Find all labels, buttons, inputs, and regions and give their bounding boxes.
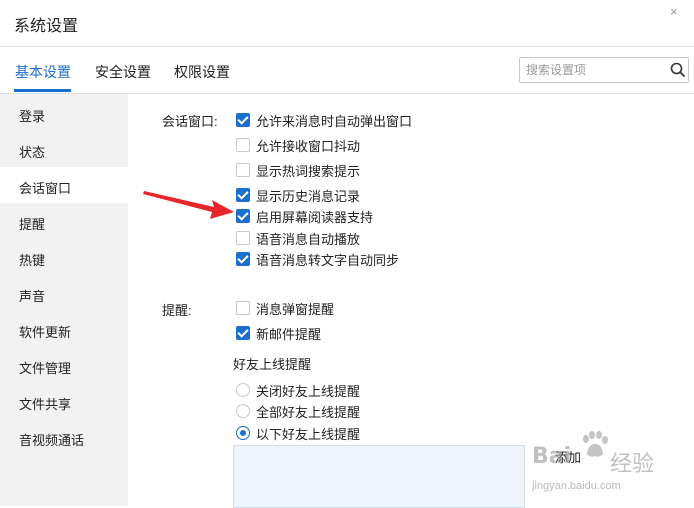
sidebar-item-label: 音视频通话 <box>19 433 85 448</box>
checkbox[interactable] <box>236 231 250 245</box>
option-label: 允许接收窗口抖动 <box>256 139 361 154</box>
chat-window-section-label: 会话窗口: <box>162 114 218 129</box>
option-label: 语音消息自动播放 <box>256 232 361 247</box>
option-label: 全部好友上线提醒 <box>256 405 361 420</box>
tab-security-settings[interactable]: 安全设置 <box>95 62 151 82</box>
search-input[interactable] <box>526 61 658 79</box>
checkbox[interactable] <box>236 301 250 315</box>
window-title: 系统设置 <box>14 18 79 35</box>
tab-permission-settings[interactable]: 权限设置 <box>174 62 230 82</box>
sidebar-item-sound[interactable]: 声音 <box>0 275 128 311</box>
reminder-section-label: 提醒: <box>162 303 192 318</box>
checkbox[interactable] <box>236 209 250 223</box>
radio-button[interactable] <box>236 426 250 440</box>
title-bar: 系统设置 × <box>0 0 694 47</box>
checkbox[interactable] <box>236 138 250 152</box>
sidebar-item-status[interactable]: 状态 <box>0 131 128 167</box>
sidebar-item-label: 热键 <box>19 253 46 268</box>
friend-online-heading: 好友上线提醒 <box>233 357 312 372</box>
tab-bar: 基本设置 安全设置 权限设置 <box>0 47 694 94</box>
checkbox[interactable] <box>236 163 250 177</box>
option-label: 消息弹窗提醒 <box>256 302 335 317</box>
option-label: 以下好友上线提醒 <box>256 427 361 442</box>
option-label: 新邮件提醒 <box>256 327 322 342</box>
sidebar-item-label: 提醒 <box>19 217 46 232</box>
sidebar-item-reminder[interactable]: 提醒 <box>0 203 128 239</box>
checkbox[interactable] <box>236 252 250 266</box>
sidebar-item-file-sharing[interactable]: 文件共享 <box>0 383 128 419</box>
sidebar-item-label: 登录 <box>19 109 46 124</box>
close-button[interactable]: × <box>670 4 678 19</box>
sidebar-item-login[interactable]: 登录 <box>0 95 128 131</box>
checkbox[interactable] <box>236 113 250 127</box>
red-arrow-annotation <box>143 191 234 219</box>
tab-basic-settings[interactable]: 基本设置 <box>15 62 71 82</box>
checkbox[interactable] <box>236 188 250 202</box>
active-tab-indicator <box>14 89 71 92</box>
sidebar-item-hotkeys[interactable]: 热键 <box>0 239 128 275</box>
radio-button[interactable] <box>236 383 250 397</box>
option-label: 关闭好友上线提醒 <box>256 384 361 399</box>
option-label: 允许来消息时自动弹出窗口 <box>256 114 413 129</box>
sidebar-item-label: 文件管理 <box>19 361 72 376</box>
sidebar-item-software-update[interactable]: 软件更新 <box>0 311 128 347</box>
search-icon[interactable] <box>669 61 687 79</box>
option-label: 启用屏幕阅读器支持 <box>256 210 374 225</box>
sidebar-item-file-management[interactable]: 文件管理 <box>0 347 128 383</box>
option-label: 显示热词搜索提示 <box>256 164 361 179</box>
watermark-url: jingyan.baidu.com <box>532 480 621 492</box>
option-label: 显示历史消息记录 <box>256 189 361 204</box>
sidebar-item-label: 声音 <box>19 289 46 304</box>
checkbox[interactable] <box>236 326 250 340</box>
sidebar-item-chat-window[interactable]: 会话窗口 <box>0 167 128 203</box>
search-box[interactable] <box>519 57 689 83</box>
watermark-brand: 经验 <box>610 451 655 476</box>
option-label: 语音消息转文字自动同步 <box>256 253 400 268</box>
watermark: Bai 经验 jingyan.baidu.com <box>530 430 694 506</box>
settings-sidebar: 登录 状态 会话窗口 提醒 热键 声音 软件更新 文件管理 文件共享 音视频通话 <box>0 94 128 506</box>
watermark-logo-text: Bai <box>532 444 572 469</box>
sidebar-item-label: 状态 <box>19 145 46 160</box>
friend-list-box[interactable] <box>233 445 525 508</box>
sidebar-item-label: 会话窗口 <box>19 181 72 196</box>
sidebar-item-label: 软件更新 <box>19 325 72 340</box>
sidebar-item-av-call[interactable]: 音视频通话 <box>0 419 128 455</box>
paw-icon <box>583 431 608 457</box>
radio-button[interactable] <box>236 404 250 418</box>
sidebar-item-label: 文件共享 <box>19 397 72 412</box>
